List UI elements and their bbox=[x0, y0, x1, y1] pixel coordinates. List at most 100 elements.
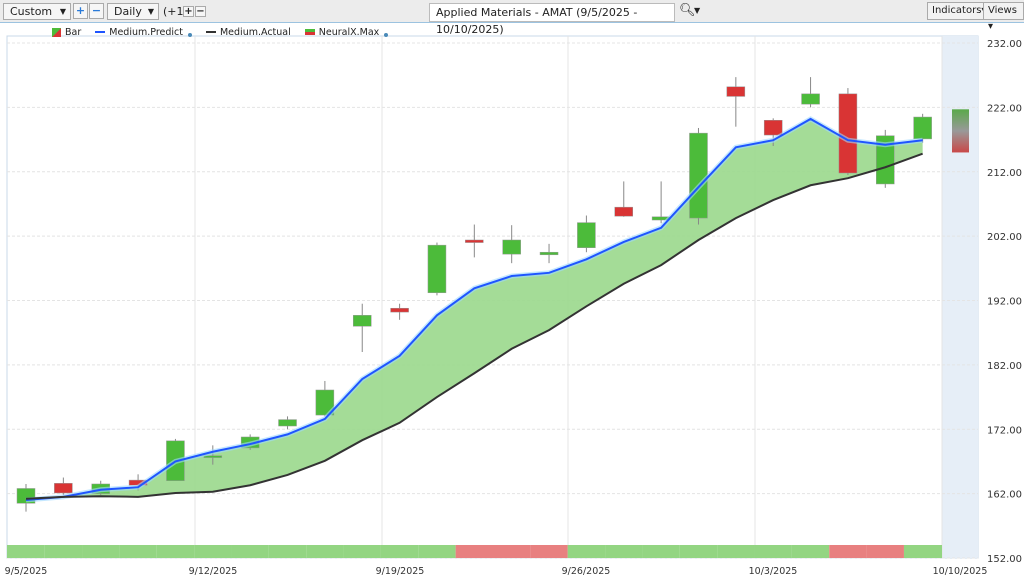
neuralx-band-segment bbox=[866, 545, 904, 558]
offset-plus-button[interactable]: + bbox=[183, 6, 194, 17]
neural-icon bbox=[304, 29, 315, 35]
y-tick-label: 192.00 bbox=[987, 297, 1022, 308]
legend: Bar Medium.Predict Medium.Actual NeuralX… bbox=[52, 25, 389, 39]
candle-body bbox=[465, 239, 484, 243]
candle-body bbox=[91, 483, 110, 494]
line-icon bbox=[95, 31, 106, 33]
predict-actual-fill bbox=[26, 118, 923, 501]
y-tick-label: 162.00 bbox=[987, 490, 1022, 501]
forecast-candle bbox=[952, 109, 969, 153]
candle-body bbox=[801, 93, 820, 105]
legend-bar[interactable]: Bar bbox=[52, 27, 81, 38]
medium-predict-glow bbox=[25, 116, 923, 503]
neuralx-band-segment bbox=[455, 545, 493, 558]
candle-body bbox=[838, 93, 858, 174]
candle-body bbox=[128, 479, 148, 486]
neuralx-band-segment bbox=[231, 545, 269, 558]
legend-bar-label: Bar bbox=[65, 26, 82, 38]
neuralx-band-segment bbox=[44, 545, 83, 558]
plot-area bbox=[6, 35, 979, 559]
zoom-out-button[interactable]: − bbox=[89, 3, 104, 19]
neuralx-band-segment bbox=[268, 545, 307, 558]
candle-body bbox=[726, 86, 746, 97]
neuralx-band-segment bbox=[82, 545, 120, 558]
candle-body bbox=[651, 216, 671, 221]
candle-body bbox=[278, 419, 297, 427]
candle-body bbox=[352, 315, 372, 327]
x-tick-label: 9/5/2025 bbox=[5, 566, 48, 577]
symbol-title-field[interactable]: Applied Materials - AMAT (9/5/2025 - 10/… bbox=[429, 3, 675, 36]
legend-neural-label: NeuralX.Max bbox=[318, 26, 380, 38]
neuralx-band-segment bbox=[567, 545, 606, 558]
offset-minus-button[interactable]: − bbox=[195, 6, 206, 17]
candle-body bbox=[502, 239, 521, 255]
y-tick-label: 172.00 bbox=[987, 425, 1022, 436]
candle-body bbox=[390, 307, 409, 313]
chevron-down-icon[interactable]: ▼ bbox=[694, 6, 700, 15]
candle-body bbox=[315, 389, 335, 416]
toolbar: Custom ▼ + − Daily ▼ (+1) + − Applied Mate… bbox=[0, 0, 1024, 36]
neuralx-band-segment bbox=[903, 545, 942, 558]
y-tick-label: 202.00 bbox=[987, 232, 1022, 243]
legend-predict-label: Medium.Predict bbox=[109, 26, 183, 38]
medium-predict-line bbox=[25, 117, 923, 502]
chevron-down-icon: ▼ bbox=[147, 7, 154, 16]
x-tick-label: 10/10/2025 bbox=[933, 566, 988, 577]
neuralx-band-segment bbox=[829, 545, 867, 558]
bar-icon bbox=[52, 27, 61, 37]
candle-body bbox=[763, 120, 783, 136]
legend-neuralx-max[interactable]: NeuralX.Max bbox=[304, 26, 389, 38]
candle-body bbox=[54, 483, 73, 494]
zoom-in-button[interactable]: + bbox=[73, 3, 88, 19]
neuralx-band-segment bbox=[343, 545, 381, 558]
candle-body bbox=[240, 436, 260, 449]
interval-select[interactable]: Daily ▼ bbox=[107, 3, 159, 20]
indicators-button[interactable]: Indicators▾ bbox=[927, 2, 992, 20]
neuralx-band-segment bbox=[791, 545, 830, 558]
neuralx-band-segment bbox=[156, 545, 195, 558]
views-label: Views bbox=[988, 5, 1017, 16]
y-tick-label: 232.00 bbox=[987, 39, 1022, 50]
neuralx-band-segment bbox=[306, 545, 344, 558]
range-select-value: Custom bbox=[10, 5, 53, 18]
legend-actual-label: Medium.Actual bbox=[219, 26, 291, 38]
candle-body bbox=[689, 132, 708, 219]
x-tick-label: 9/12/2025 bbox=[189, 566, 238, 577]
medium-actual-line bbox=[25, 152, 923, 500]
y-tick-label: 222.00 bbox=[987, 103, 1022, 114]
y-tick-label: 212.00 bbox=[987, 168, 1022, 179]
neuralx-band-segment bbox=[717, 545, 755, 558]
neuralx-band-segment bbox=[679, 545, 718, 558]
neuralx-band-segment bbox=[418, 545, 456, 558]
y-tick-label: 152.00 bbox=[987, 554, 1022, 565]
indicators-label: Indicators bbox=[932, 5, 982, 16]
candle-body bbox=[876, 135, 895, 185]
x-tick-label: 9/19/2025 bbox=[376, 566, 425, 577]
neuralx-band-segment bbox=[754, 545, 792, 558]
candle-body bbox=[577, 222, 596, 248]
chevron-down-icon: ▼ bbox=[59, 7, 66, 16]
candle-body bbox=[427, 244, 447, 294]
neuralx-band-segment bbox=[530, 545, 568, 558]
neuralx-band-segment bbox=[642, 545, 680, 558]
candle-body bbox=[203, 455, 223, 458]
views-button[interactable]: Views ▾ bbox=[983, 2, 1024, 32]
settings-dot-icon bbox=[384, 32, 389, 37]
candle-body bbox=[16, 488, 36, 504]
legend-medium-predict[interactable]: Medium.Predict bbox=[95, 27, 192, 38]
range-select[interactable]: Custom ▼ bbox=[3, 3, 71, 20]
candle-body bbox=[166, 440, 185, 481]
x-tick-label: 9/26/2025 bbox=[562, 566, 611, 577]
candle-body bbox=[614, 206, 634, 217]
y-tick-label: 182.00 bbox=[987, 361, 1022, 372]
neuralx-band-segment bbox=[119, 545, 157, 558]
price-chart[interactable]: 232.00 222.00 212.00 202.00 192.00 182.00 172.… bbox=[0, 0, 1024, 583]
settings-dot-icon bbox=[187, 32, 192, 37]
neuralx-band-segment bbox=[194, 545, 232, 558]
neuralx-band-segment bbox=[605, 545, 643, 558]
legend-medium-actual[interactable]: Medium.Actual bbox=[205, 26, 291, 38]
line-icon bbox=[205, 31, 216, 33]
candle-body bbox=[913, 116, 932, 140]
candle-body bbox=[539, 251, 559, 256]
neuralx-band-segment bbox=[7, 545, 45, 558]
